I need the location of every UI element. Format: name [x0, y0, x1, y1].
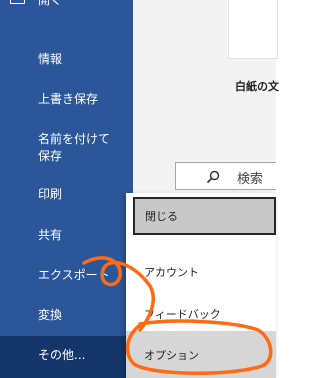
sidebar-item-label: 変換 — [38, 308, 63, 322]
search-placeholder: 検索 — [237, 172, 264, 187]
sidebar-item-label: エクスポート — [38, 268, 110, 282]
template-title: 白紙の文 — [235, 80, 279, 93]
account-menu-item[interactable]: アカウント — [126, 255, 276, 287]
menu-item-label: アカウント — [144, 266, 199, 279]
sidebar-item-label: 開く — [38, 0, 63, 7]
menu-item-label: 閉じる — [145, 210, 178, 223]
more-menu: 閉じる アカウント フィードバック オプション — [126, 193, 276, 378]
sidebar-item-label: 共有 — [38, 228, 63, 242]
sidebar-item-info[interactable]: 情報 — [0, 46, 133, 74]
sidebar-item-label: その他... — [38, 348, 86, 362]
search-icon — [206, 170, 220, 184]
sidebar-item-save-as[interactable]: 名前を付けて保存 — [0, 128, 133, 166]
sidebar-item-more[interactable]: その他... — [0, 336, 133, 378]
feedback-menu-item[interactable]: フィードバック — [126, 297, 276, 329]
sidebar-item-label: 印刷 — [38, 187, 63, 201]
menu-item-label: オプション — [144, 349, 199, 362]
sidebar-item-label: 上書き保存 — [38, 92, 99, 106]
sidebar-item-save[interactable]: 上書き保存 — [0, 86, 133, 114]
blank-document-thumbnail[interactable] — [228, 0, 278, 59]
sidebar-item-transform[interactable]: 変換 — [0, 302, 133, 330]
options-menu-item[interactable]: オプション — [126, 331, 276, 378]
sidebar-item-label: 情報 — [38, 52, 63, 66]
sidebar-item-share[interactable]: 共有 — [0, 222, 133, 250]
menu-item-label: フィードバック — [144, 308, 221, 321]
sidebar-item-print[interactable]: 印刷 — [0, 181, 133, 209]
close-menu-item[interactable]: 閉じる — [133, 197, 276, 235]
backstage-sidebar: 開く 情報 上書き保存 名前を付けて保存 印刷 共有 エクスポート 変換 その他… — [0, 0, 133, 378]
sidebar-item-label: 名前を付けて保存 — [38, 132, 111, 163]
sidebar-item-open[interactable]: 開く — [0, 0, 133, 9]
folder-icon — [10, 0, 25, 4]
search-input[interactable]: 検索 — [175, 162, 276, 190]
sidebar-item-export[interactable]: エクスポート — [0, 262, 133, 290]
